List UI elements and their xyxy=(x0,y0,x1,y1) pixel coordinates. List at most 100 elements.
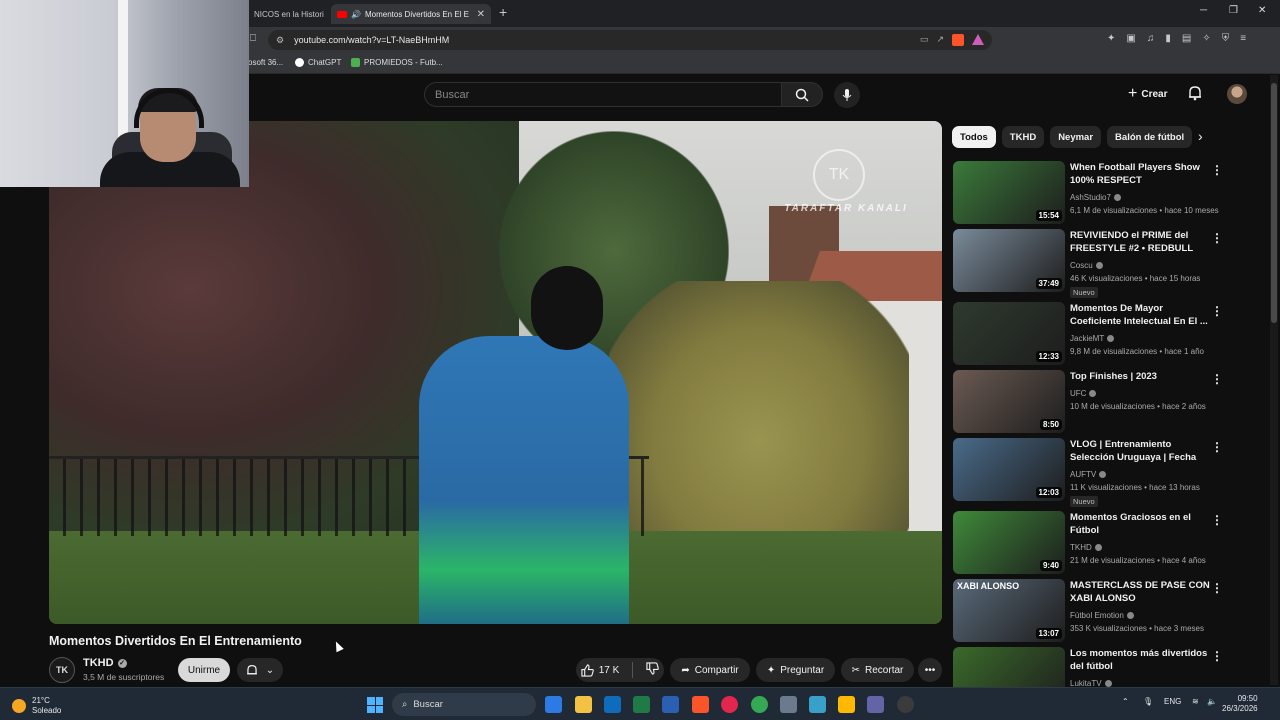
outlook-icon[interactable] xyxy=(604,696,621,713)
close-window-icon[interactable]: ✕ xyxy=(1258,5,1266,16)
video-thumbnail[interactable]: 12:03 xyxy=(953,438,1065,501)
taskbar-search[interactable]: ⌕ Buscar xyxy=(392,693,536,716)
recommended-video[interactable]: 9:40 Momentos Graciosos en el Fútbol TKHD 2… xyxy=(953,511,1263,575)
recommended-channel[interactable]: TKHD xyxy=(1070,543,1102,552)
more-vertical-icon[interactable]: ⋮ xyxy=(1211,513,1223,527)
wallet-icon[interactable]: ▤ xyxy=(1182,33,1191,44)
brave-icon[interactable] xyxy=(692,696,709,713)
chrome-icon[interactable] xyxy=(751,696,768,713)
recommended-video[interactable]: 12:03 VLOG | Entrenamiento Selección Urug… xyxy=(953,438,1263,507)
video-thumbnail[interactable]: XABI ALONSO 13:07 xyxy=(953,579,1065,642)
more-vertical-icon[interactable]: ⋮ xyxy=(1211,231,1223,245)
more-vertical-icon[interactable]: ⋮ xyxy=(1211,581,1223,595)
bookmark-item[interactable]: osoft 36... xyxy=(248,58,283,67)
weather-widget[interactable]: 21°C Soleado xyxy=(12,696,61,716)
ask-button[interactable]: ✦ Preguntar xyxy=(756,658,835,682)
video-thumbnail[interactable]: 12:33 xyxy=(953,302,1065,365)
more-vertical-icon[interactable]: ⋮ xyxy=(1211,163,1223,177)
chip-todos[interactable]: Todos xyxy=(952,126,996,148)
screenshot-icon[interactable]: ▣ xyxy=(1126,33,1135,44)
recommended-channel[interactable]: AshStudio7 xyxy=(1070,193,1121,202)
app-icon[interactable] xyxy=(780,696,797,713)
music-icon[interactable]: ♫ xyxy=(1147,33,1155,44)
app-icon[interactable] xyxy=(809,696,826,713)
clock[interactable]: 09:50 26/3/2026 xyxy=(1222,694,1258,714)
browser-tab-active[interactable]: 🔊 Momentos Divertidos En El E ✕ xyxy=(331,4,491,24)
start-button[interactable] xyxy=(367,697,383,713)
dislike-button[interactable] xyxy=(646,662,660,678)
share-button[interactable]: ➦ Compartir xyxy=(670,658,750,682)
chevron-right-icon[interactable]: › xyxy=(1198,128,1203,144)
site-info-icon[interactable]: ⚙ xyxy=(276,35,284,46)
file-explorer-icon[interactable] xyxy=(575,696,592,713)
recommended-video[interactable]: 37:49 REVIVIENDO el PRIME del FREESTYLE #… xyxy=(953,229,1263,298)
recommended-video-title[interactable]: Los momentos más divertidos del fútbol xyxy=(1070,647,1210,673)
more-vertical-icon[interactable]: ⋮ xyxy=(1211,304,1223,318)
bookmark-page-icon[interactable]: ⎕ xyxy=(250,33,256,44)
bookmark-item[interactable]: PROMIEDOS - Futb... xyxy=(351,58,443,67)
recommended-video-title[interactable]: Momentos Graciosos en el Fútbol xyxy=(1070,511,1210,537)
scrollbar-thumb[interactable] xyxy=(1271,83,1277,323)
new-tab-icon[interactable]: + xyxy=(499,4,507,20)
sidebar-icon[interactable]: ▮ xyxy=(1165,33,1171,44)
recommended-video-title[interactable]: MASTERCLASS DE PASE CON XABI ALONSO xyxy=(1070,579,1210,605)
recommended-video-title[interactable]: Momentos De Mayor Coeficiente Intelectua… xyxy=(1070,302,1210,328)
search-box[interactable] xyxy=(424,82,782,107)
menu-icon[interactable]: ≡ xyxy=(1240,33,1246,44)
url-field[interactable]: ⚙ youtube.com/watch?v=LT-NaeBHmHM ▭ ↗ xyxy=(268,30,992,50)
recommended-channel[interactable]: UFC xyxy=(1070,389,1097,398)
channel-avatar[interactable]: TK xyxy=(49,657,75,683)
join-button[interactable]: Unirme xyxy=(178,658,230,682)
bookmark-item[interactable]: ChatGPT xyxy=(295,58,341,67)
channel-name[interactable]: TKHD ✓ xyxy=(83,657,127,669)
chip-tkhd[interactable]: TKHD xyxy=(1001,126,1045,148)
excel-icon[interactable] xyxy=(633,696,650,713)
chip-balon-de-futbol[interactable]: Balón de fútbol xyxy=(1107,126,1193,148)
recommended-video-title[interactable]: Top Finishes | 2023 xyxy=(1070,370,1210,383)
chip-neymar[interactable]: Neymar xyxy=(1050,126,1102,148)
store-icon[interactable] xyxy=(838,696,855,713)
language-indicator[interactable]: ENG xyxy=(1164,697,1181,706)
recommended-channel[interactable]: JackieMT xyxy=(1070,334,1115,343)
wifi-icon[interactable]: ≋ xyxy=(1192,697,1199,706)
recommended-video-title[interactable]: When Football Players Show 100% RESPECT xyxy=(1070,161,1210,187)
word-icon[interactable] xyxy=(662,696,679,713)
cast-icon[interactable]: ▭ xyxy=(920,34,929,46)
recommended-video-title[interactable]: REVIVIENDO el PRIME del FREESTYLE #2 • R… xyxy=(1070,229,1210,255)
more-vertical-icon[interactable]: ⋮ xyxy=(1211,372,1223,386)
ai-icon[interactable]: ✧ xyxy=(1202,33,1210,44)
voice-search-button[interactable] xyxy=(834,82,860,108)
video-thumbnail[interactable]: 15:54 xyxy=(953,161,1065,224)
page-scrollbar[interactable] xyxy=(1270,75,1278,685)
teams-icon[interactable] xyxy=(867,696,884,713)
search-input[interactable] xyxy=(435,88,781,101)
github-icon[interactable] xyxy=(897,696,914,713)
volume-icon[interactable]: 🔈 xyxy=(1207,697,1217,706)
tab-close-icon[interactable]: ✕ xyxy=(477,9,485,20)
brave-shields-icon[interactable] xyxy=(952,34,964,46)
notifications-button[interactable] xyxy=(1188,85,1202,106)
search-button[interactable] xyxy=(781,82,823,107)
video-thumbnail[interactable]: 9:40 xyxy=(953,511,1065,574)
tray-chevron-icon[interactable]: ⌃ xyxy=(1122,697,1129,706)
video-player[interactable]: TK TARAFTAR KANALI xyxy=(49,121,942,624)
recommended-channel[interactable]: AUFTV xyxy=(1070,470,1107,479)
video-thumbnail[interactable]: 8:50 xyxy=(953,370,1065,433)
media-player-icon[interactable] xyxy=(721,696,738,713)
create-button[interactable]: + Crear xyxy=(1120,83,1175,105)
recommended-video[interactable]: XABI ALONSO 13:07 MASTERCLASS DE PASE CON … xyxy=(953,579,1263,643)
subscription-bell-button[interactable]: ⌄ xyxy=(237,658,283,682)
user-avatar[interactable] xyxy=(1227,84,1247,104)
clip-button[interactable]: ✂ Recortar xyxy=(841,658,914,682)
vscode-icon[interactable] xyxy=(545,696,562,713)
restore-icon[interactable]: ❐ xyxy=(1229,5,1238,16)
more-vertical-icon[interactable]: ⋮ xyxy=(1211,649,1223,663)
brave-rewards-icon[interactable] xyxy=(972,34,984,45)
speaker-icon[interactable]: 🔊 xyxy=(351,10,361,19)
recommended-video[interactable]: 12:33 Momentos De Mayor Coeficiente Intel… xyxy=(953,302,1263,366)
more-vertical-icon[interactable]: ⋮ xyxy=(1211,440,1223,454)
vpn-shield-icon[interactable]: ⛨ xyxy=(1222,33,1230,44)
browser-tab[interactable]: NICOS en la Historia xyxy=(248,4,330,24)
recommended-video-title[interactable]: VLOG | Entrenamiento Selección Uruguaya … xyxy=(1070,438,1210,464)
recommended-channel[interactable]: Fútbol Emotion xyxy=(1070,611,1134,620)
